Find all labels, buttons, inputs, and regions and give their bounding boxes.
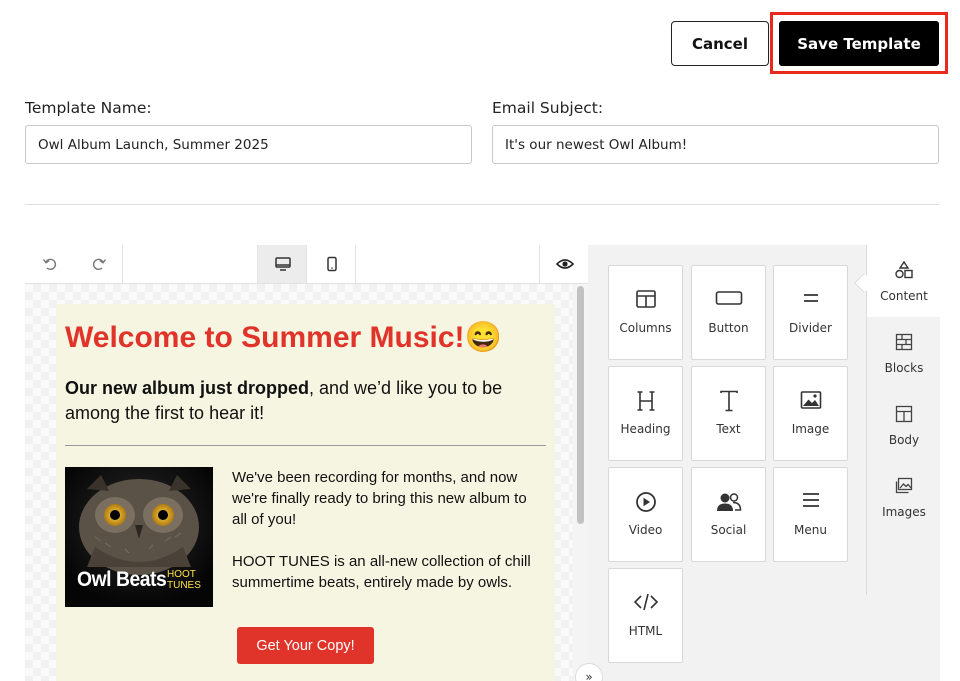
content-tile-image[interactable]: Image [773, 366, 848, 461]
content-tile-label: Social [710, 523, 747, 537]
side-tabs: Content Blocks Body Images [866, 245, 941, 595]
blocks-icon [895, 333, 913, 351]
undo-button[interactable] [25, 245, 74, 283]
section-divider [25, 204, 939, 205]
desktop-preview-icon [274, 257, 291, 271]
email-paragraph-2: HOOT TUNES is an all-new collection of c… [232, 553, 531, 591]
email-body-text[interactable]: We've been recording for months, and now… [232, 467, 537, 614]
tab-body[interactable]: Body [867, 389, 941, 461]
email-divider[interactable] [65, 445, 546, 446]
content-tile-social[interactable]: Social [691, 467, 766, 562]
email-subject-label: Email Subject: [492, 99, 604, 117]
tab-content-label: Content [880, 289, 928, 303]
editor-toolbar [25, 245, 588, 284]
album-title-text: Owl Beats [77, 568, 167, 591]
text-icon [719, 367, 739, 417]
divider-icon [801, 266, 821, 312]
email-canvas[interactable]: Welcome to Summer Music!😄 Our new album … [25, 284, 588, 681]
social-icon [716, 468, 742, 518]
email-intro-text[interactable]: Our new album just dropped, and we’d lik… [65, 376, 535, 426]
intro-bold-text: Our new album just dropped [65, 378, 310, 398]
email-heading[interactable]: Welcome to Summer Music!😄 [65, 320, 502, 355]
email-subject-input[interactable] [492, 125, 939, 164]
content-tile-label: HTML [628, 624, 663, 638]
album-brand-text: HOOT TUNES [167, 569, 201, 591]
tab-images[interactable]: Images [867, 461, 941, 533]
template-name-input[interactable] [25, 125, 472, 164]
video-icon [635, 468, 657, 518]
eye-preview-icon [555, 259, 574, 269]
content-tile-label: Divider [789, 321, 832, 335]
content-tile-label: Heading [620, 422, 671, 436]
body-layout-icon [895, 405, 913, 423]
menu-icon [801, 468, 821, 514]
image-icon [800, 367, 822, 415]
undo-icon [42, 258, 56, 271]
shapes-icon [895, 260, 913, 279]
columns-icon [635, 266, 657, 314]
content-tile-heading[interactable]: Heading [608, 366, 683, 461]
content-tile-divider[interactable]: Divider [773, 265, 848, 360]
content-tile-label: Columns [619, 321, 672, 335]
template-name-label: Template Name: [25, 99, 152, 117]
content-tile-video[interactable]: Video [608, 467, 683, 562]
album-cover-image[interactable]: Owl Beats HOOT TUNES [65, 467, 213, 607]
tab-body-label: Body [888, 433, 920, 447]
tab-blocks-label: Blocks [884, 361, 924, 375]
content-tile-html[interactable]: HTML [608, 568, 683, 663]
content-tile-label: Video [628, 523, 663, 537]
content-tile-button[interactable]: Button [691, 265, 766, 360]
content-tile-label: Image [791, 422, 830, 436]
content-tile-menu[interactable]: Menu [773, 467, 848, 562]
content-tile-text[interactable]: Text [691, 366, 766, 461]
heading-icon [636, 367, 656, 417]
redo-button[interactable] [74, 245, 123, 283]
get-your-copy-button[interactable]: Get Your Copy! [237, 627, 374, 664]
preview-button[interactable] [540, 245, 589, 283]
save-template-button[interactable]: Save Template [779, 21, 939, 66]
desktop-view-button[interactable] [258, 245, 307, 283]
canvas-scrollbar-thumb[interactable] [577, 286, 584, 524]
redo-icon [92, 258, 106, 271]
html-icon [633, 569, 659, 617]
content-tile-label: Button [708, 321, 749, 335]
email-body[interactable]: Welcome to Summer Music!😄 Our new album … [56, 304, 555, 681]
content-tile-label: Text [716, 422, 741, 436]
email-paragraph-1: We've been recording for months, and now… [232, 469, 527, 528]
mobile-preview-icon [326, 256, 337, 272]
mobile-view-button[interactable] [307, 245, 356, 283]
images-icon [895, 477, 913, 494]
tab-images-label: Images [882, 505, 926, 519]
tab-content[interactable]: Content [867, 245, 941, 317]
content-tile-columns[interactable]: Columns [608, 265, 683, 360]
cancel-button[interactable]: Cancel [671, 21, 769, 66]
button-icon [715, 266, 743, 312]
tab-blocks[interactable]: Blocks [867, 317, 941, 389]
content-tile-label: Menu [794, 523, 827, 537]
